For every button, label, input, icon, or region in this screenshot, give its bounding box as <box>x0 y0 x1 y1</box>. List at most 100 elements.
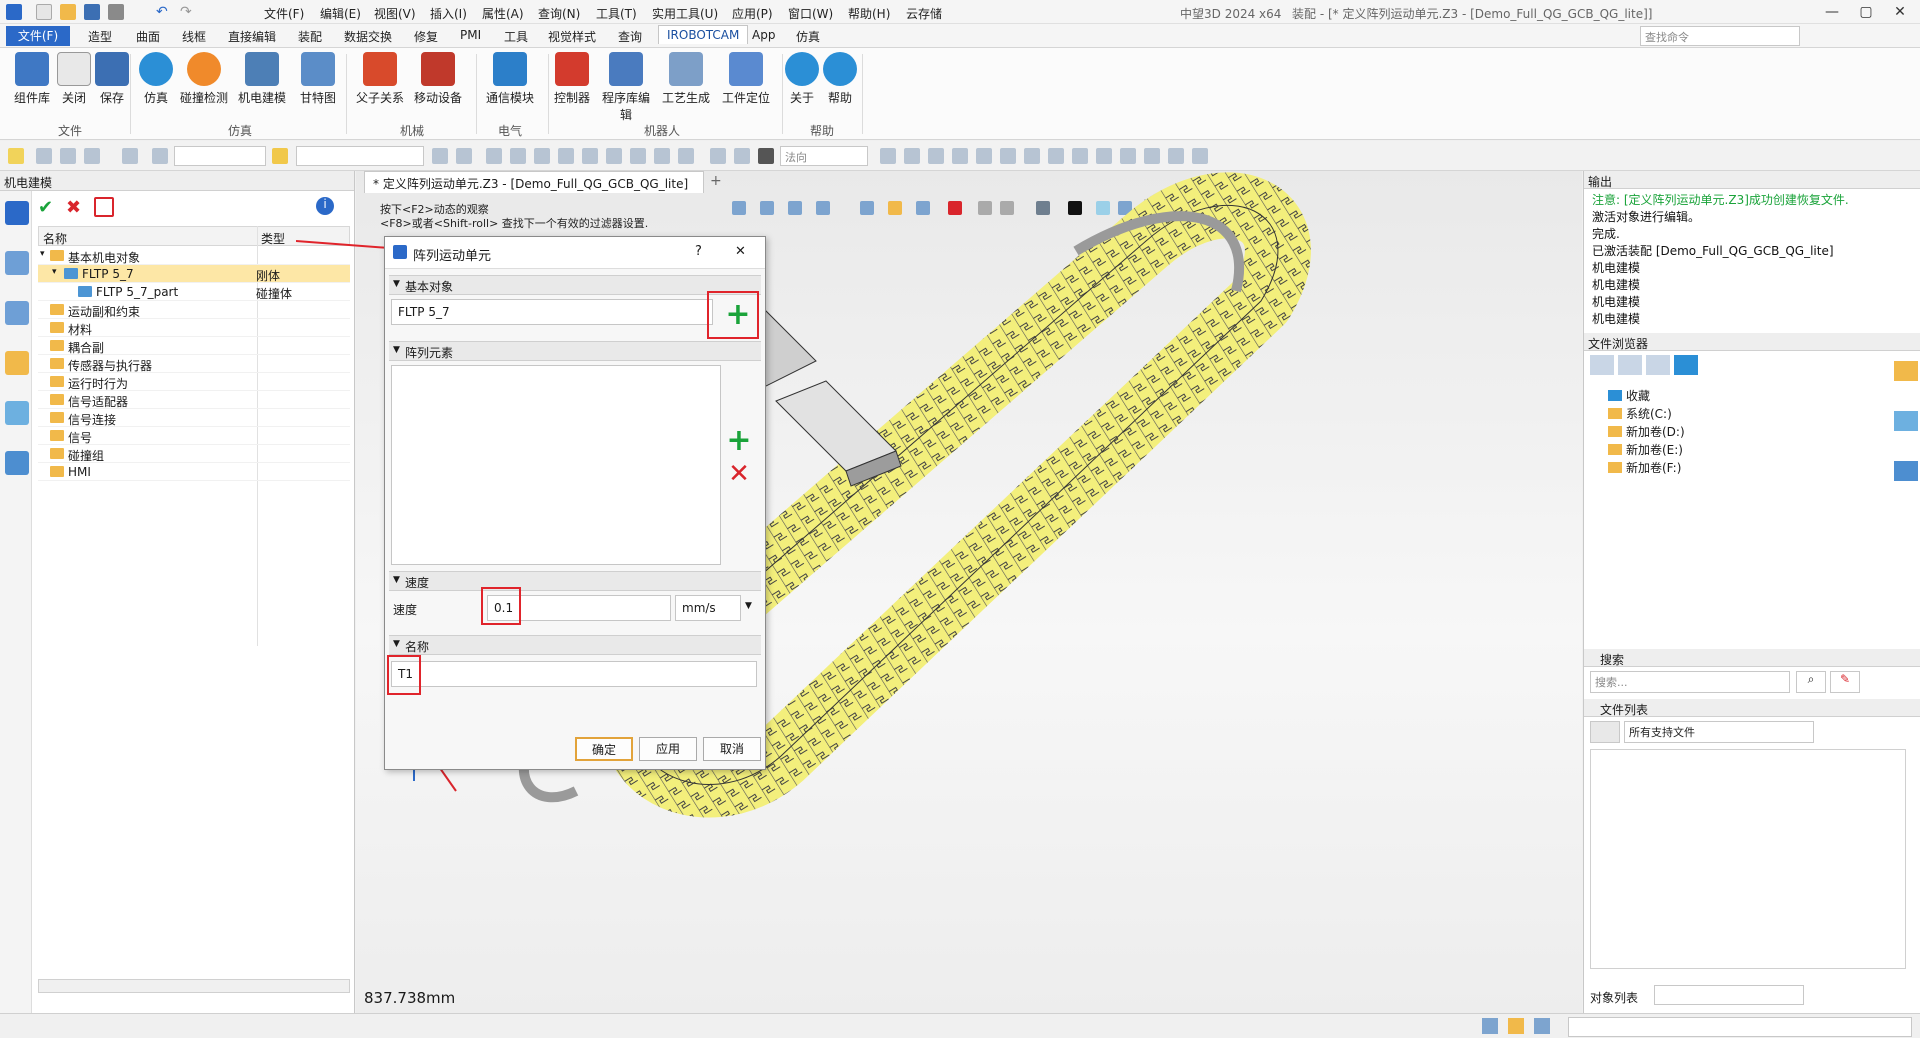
speed-unit-select[interactable]: mm/s <box>675 595 741 621</box>
object-list-combo[interactable] <box>1654 985 1804 1005</box>
menu-query[interactable]: 查询(N) <box>538 5 580 22</box>
tool-i-icon[interactable] <box>630 148 646 164</box>
search-section-header[interactable]: 搜索 <box>1584 649 1920 667</box>
tool-v-icon[interactable] <box>1072 148 1088 164</box>
lasso-icon[interactable] <box>122 148 138 164</box>
drive-e-item[interactable]: 新加卷(E:) <box>1608 441 1683 458</box>
tool-q-icon[interactable] <box>952 148 968 164</box>
tab-file[interactable]: 文件(F) <box>6 26 70 46</box>
tab-direct-edit[interactable]: 直接编辑 <box>228 28 276 45</box>
info-panel-icon[interactable]: i <box>316 197 334 215</box>
communication-module-button[interactable]: 通信模块 <box>482 52 538 106</box>
tab-wireframe[interactable]: 线框 <box>182 28 206 45</box>
filter-combo[interactable] <box>174 146 266 166</box>
new-file-icon[interactable] <box>36 4 52 20</box>
tab-tools[interactable]: 工具 <box>504 28 528 45</box>
edit-icon[interactable] <box>94 197 114 217</box>
tool-s-icon[interactable] <box>1000 148 1016 164</box>
tool-r-icon[interactable] <box>976 148 992 164</box>
tab-app[interactable]: App <box>752 28 775 42</box>
menu-tools[interactable]: 工具(T) <box>596 5 637 22</box>
close-window-button[interactable]: ✕ <box>1884 2 1916 22</box>
minus-icon[interactable] <box>60 148 76 164</box>
gantt-chart-button[interactable]: 甘特图 <box>290 52 346 106</box>
pick-filter-icon[interactable] <box>152 148 168 164</box>
tree-row-collision-groups[interactable]: 碰撞组 <box>38 445 350 463</box>
assembly-tree-icon[interactable] <box>5 251 29 275</box>
assembly-icon[interactable] <box>272 148 288 164</box>
menu-window[interactable]: 窗口(W) <box>788 5 833 22</box>
filter-icon[interactable] <box>36 148 52 164</box>
tab-visual-style[interactable]: 视觉样式 <box>548 28 596 45</box>
status-input[interactable] <box>1568 1017 1912 1037</box>
tab-assembly[interactable]: 装配 <box>298 28 322 45</box>
process-generation-button[interactable]: 工艺生成 <box>658 52 714 106</box>
side-folder-icon[interactable] <box>1894 361 1918 381</box>
image-icon[interactable] <box>5 401 29 425</box>
forward-icon[interactable] <box>1618 355 1642 375</box>
section-array-elements[interactable]: 阵列元素 <box>389 341 761 361</box>
tree-row-signal-connections[interactable]: 信号连接 <box>38 409 350 427</box>
tool-o-icon[interactable] <box>904 148 920 164</box>
select-pointer-icon[interactable] <box>8 148 24 164</box>
tab-query[interactable]: 查询 <box>618 28 642 45</box>
tab-modeling[interactable]: 造型 <box>88 28 112 45</box>
tree-row-hmi[interactable]: HMI <box>38 463 350 481</box>
clear-search-icon[interactable]: ✎ <box>1830 671 1860 693</box>
tab-repair[interactable]: 修复 <box>414 28 438 45</box>
mechatronics-tree-icon[interactable] <box>5 201 29 225</box>
side-layers-icon[interactable] <box>1894 461 1918 481</box>
cancel-button[interactable]: 取消 <box>703 737 761 761</box>
help-button[interactable]: 帮助 <box>812 52 868 106</box>
workpiece-positioning-button[interactable]: 工件定位 <box>718 52 774 106</box>
drive-c-item[interactable]: 系统(C:) <box>1608 405 1672 422</box>
ok-button[interactable]: 确定 <box>575 737 633 761</box>
back-icon[interactable] <box>1590 355 1614 375</box>
tool-z-icon[interactable] <box>1168 148 1184 164</box>
up-icon[interactable] <box>1646 355 1670 375</box>
tool-j-icon[interactable] <box>654 148 670 164</box>
tool-l-icon[interactable] <box>710 148 726 164</box>
tool-b-icon[interactable] <box>456 148 472 164</box>
horizontal-scrollbar[interactable] <box>38 979 350 993</box>
column-name[interactable]: 名称 <box>43 230 67 247</box>
tool-aa-icon[interactable] <box>1192 148 1208 164</box>
tool-c-icon[interactable] <box>486 148 502 164</box>
tab-irobotcam[interactable]: IROBOTCAM <box>658 25 749 44</box>
print-icon[interactable] <box>108 4 124 20</box>
file-list-area[interactable] <box>1590 749 1906 969</box>
user-icon[interactable] <box>5 451 29 475</box>
dialog-help-button[interactable]: ? <box>695 244 702 259</box>
section-name[interactable]: 名称 <box>389 635 761 655</box>
column-type[interactable]: 类型 <box>261 230 285 247</box>
menu-apps[interactable]: 应用(P) <box>732 5 773 22</box>
snap-icon[interactable] <box>84 148 100 164</box>
file-type-filter[interactable]: 所有支持文件 <box>1624 721 1814 743</box>
tool-e-icon[interactable] <box>534 148 550 164</box>
tool-p-icon[interactable] <box>928 148 944 164</box>
tree-row-fltp-5-7-part[interactable]: FLTP 5_7_part 碰撞体 <box>38 283 350 301</box>
tree-row-signals[interactable]: 信号 <box>38 427 350 445</box>
open-folder-icon[interactable] <box>60 4 76 20</box>
name-input[interactable]: T1 <box>391 661 757 687</box>
drive-d-item[interactable]: 新加卷(D:) <box>1608 423 1685 440</box>
tool-d-icon[interactable] <box>510 148 526 164</box>
tree-row-materials[interactable]: 材料 <box>38 319 350 337</box>
tool-f-icon[interactable] <box>558 148 574 164</box>
status-icon-2[interactable] <box>1508 1018 1524 1034</box>
tree-row-couplers[interactable]: 耦合副 <box>38 337 350 355</box>
apply-button[interactable]: 应用 <box>639 737 697 761</box>
stop-icon[interactable] <box>758 148 774 164</box>
side-image-icon[interactable] <box>1894 411 1918 431</box>
file-list-header[interactable]: 文件列表 <box>1584 699 1920 717</box>
tool-k-icon[interactable] <box>678 148 694 164</box>
redo-icon[interactable]: ↷ <box>180 4 196 20</box>
collapse-icon[interactable]: ▾ <box>52 267 57 277</box>
file-search-input[interactable]: 搜索... <box>1590 671 1790 693</box>
tool-t-icon[interactable] <box>1024 148 1040 164</box>
drive-f-item[interactable]: 新加卷(F:) <box>1608 459 1681 476</box>
normal-filter-combo[interactable]: 法向 <box>780 146 868 166</box>
menu-view[interactable]: 视图(V) <box>374 5 416 22</box>
tab-simulation[interactable]: 仿真 <box>796 28 820 45</box>
status-icon-1[interactable] <box>1482 1018 1498 1034</box>
